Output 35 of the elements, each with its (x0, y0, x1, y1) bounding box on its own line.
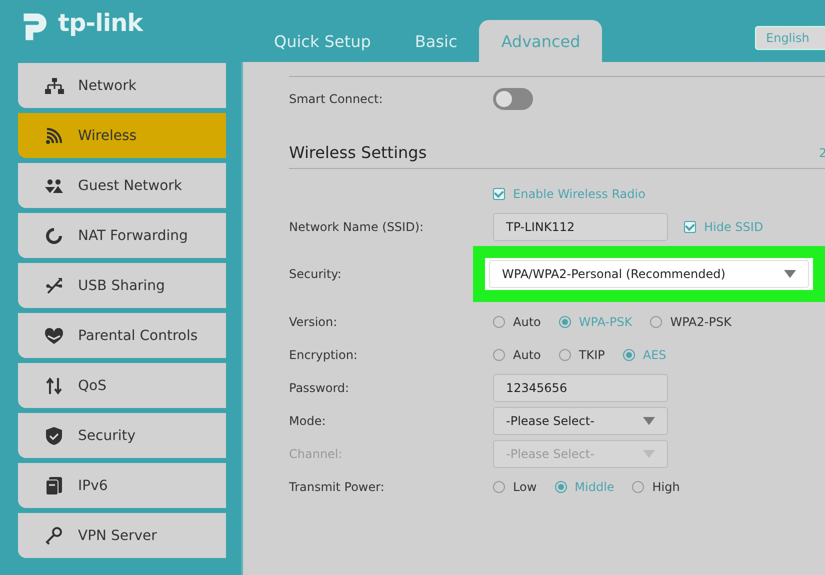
dropdown[interactable]: -Please Select- (493, 406, 668, 434)
section-title: Wireless Settings (289, 143, 427, 162)
field-label: Network Name (SSID): (289, 220, 425, 234)
text-field[interactable]: TP-LINK112 (493, 212, 668, 240)
radio-label: Low (513, 480, 537, 494)
text-field[interactable]: 12345656 (493, 374, 668, 402)
radio-label: Middle (574, 480, 614, 494)
sidebar-item[interactable]: Wireless (18, 113, 226, 158)
sidebar-item[interactable]: Security (18, 413, 226, 458)
sidebar-item[interactable]: Network (18, 63, 226, 108)
field-label: Encryption: (289, 348, 358, 362)
field-label: Security: (289, 267, 342, 281)
radio-label: AES (642, 348, 666, 362)
sidebar-item[interactable]: USB Sharing (18, 263, 226, 308)
radio-label: WPA2-PSK (670, 314, 732, 328)
sidebar-item[interactable]: Parental Controls (18, 313, 226, 358)
sidebar-item[interactable]: Guest Network (18, 163, 226, 208)
field-label: Transmit Power: (289, 480, 386, 494)
field-label: Version: (289, 314, 338, 328)
sidebar-item[interactable]: VPN Server (18, 513, 226, 558)
sidebar-item[interactable]: NAT Forwarding (18, 213, 226, 258)
dropdown[interactable]: WPA/WPA2-Personal (Recommended) (489, 260, 809, 288)
sidebar-item[interactable]: IPv6 (18, 463, 226, 508)
checkbox-label: Hide SSID (704, 220, 764, 234)
radio-label: Auto (513, 314, 541, 328)
sidebar-item[interactable]: QoS (18, 363, 226, 408)
radio-label: WPA-PSK (578, 314, 632, 328)
field-label: Password: (289, 380, 350, 394)
radio-label: High (652, 480, 680, 494)
checkbox-label: Enable Wireless Radio (513, 186, 646, 200)
field-label: Mode: (289, 414, 327, 428)
radio-label: TKIP (578, 348, 605, 362)
radio-label: Auto (513, 348, 541, 362)
logo-text: tp-link (58, 9, 143, 37)
field-label: Smart Connect: (289, 92, 384, 106)
